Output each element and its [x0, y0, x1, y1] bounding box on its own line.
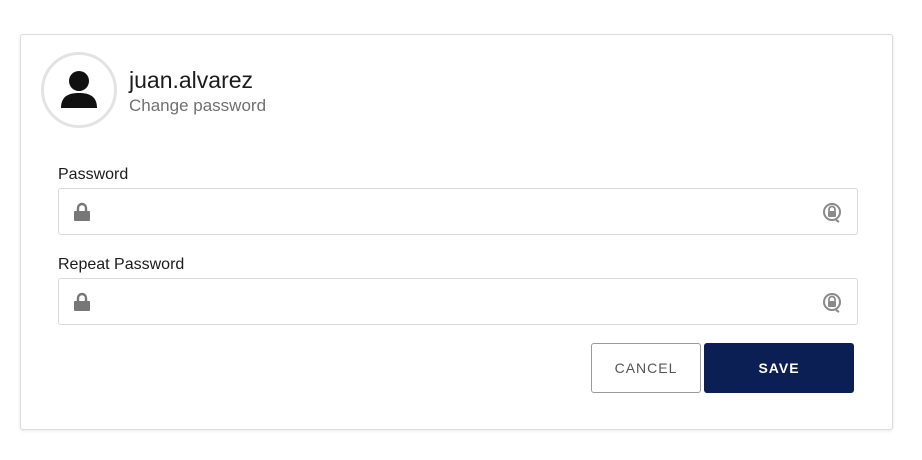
cancel-button[interactable]: CANCEL	[591, 343, 701, 393]
repeat-password-field	[58, 278, 858, 325]
lock-icon	[74, 202, 90, 221]
reveal-password-icon[interactable]	[821, 290, 843, 314]
change-password-card: juan.alvarez Change password Password Re…	[20, 34, 893, 430]
avatar	[41, 52, 117, 128]
password-label: Password	[58, 166, 129, 183]
reveal-password-icon[interactable]	[821, 200, 843, 224]
page-subtitle: Change password	[129, 96, 267, 115]
username: juan.alvarez	[129, 67, 254, 93]
lock-icon	[74, 292, 90, 311]
repeat-password-input[interactable]	[101, 279, 801, 324]
repeat-password-label: Repeat Password	[58, 256, 185, 273]
user-icon	[61, 71, 97, 108]
password-field	[58, 188, 858, 235]
save-button[interactable]: SAVE	[704, 343, 854, 393]
password-input[interactable]	[101, 189, 801, 234]
